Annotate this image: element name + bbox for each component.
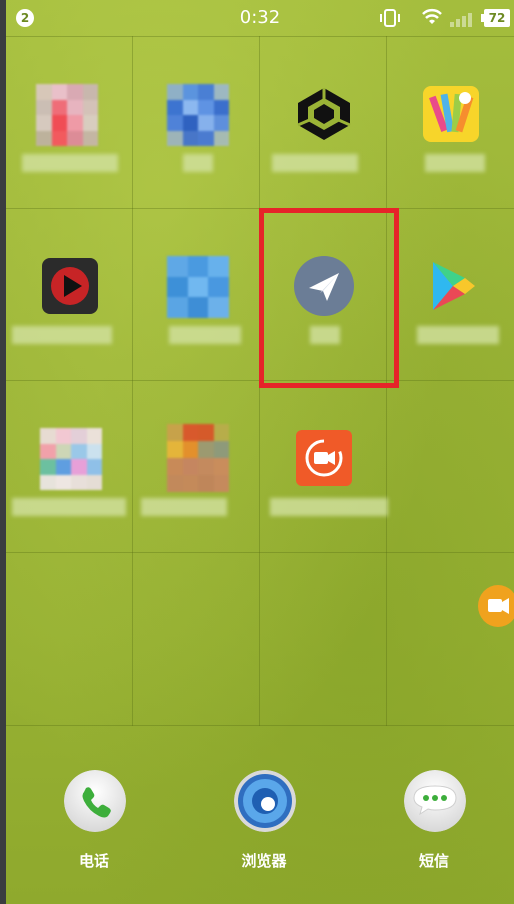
dock-phone[interactable]: 电话 (44, 770, 144, 880)
wifi-icon (422, 9, 442, 24)
blurred-icon (36, 84, 98, 146)
grid-line (6, 552, 514, 553)
app-drawing[interactable] (387, 36, 514, 208)
phone-icon (64, 770, 126, 832)
status-bar: 2 0:32 72 (6, 0, 514, 36)
app-play-store[interactable] (387, 208, 514, 380)
app-unity[interactable] (260, 36, 387, 208)
app-label (387, 154, 514, 174)
app-pixelated-5[interactable] (133, 380, 260, 552)
dock-label-messages: 短信 (418, 852, 449, 870)
app-label (260, 498, 388, 518)
app-pixelated-2[interactable] (133, 36, 260, 208)
blurred-icon (40, 428, 102, 490)
app-pixelated-3[interactable] (133, 208, 260, 380)
selection-highlight (259, 208, 399, 388)
video-camera-icon (488, 598, 509, 614)
play-store-icon (433, 262, 475, 310)
dock: 电话 浏览器 短信 (6, 770, 514, 904)
app-label (6, 498, 133, 518)
app-screen-recorder[interactable] (260, 380, 388, 552)
app-label (133, 154, 260, 174)
dock-label-phone: 电话 (78, 852, 109, 870)
app-video-player[interactable] (6, 208, 133, 380)
app-label (387, 326, 514, 346)
unity-icon (297, 88, 351, 140)
app-pixelated-1[interactable] (6, 36, 133, 208)
blurred-icon (167, 84, 229, 146)
app-label (6, 326, 133, 346)
browser-icon (234, 770, 296, 832)
video-camera-icon (296, 430, 352, 486)
signal-icon (450, 13, 472, 27)
grid-line (6, 725, 514, 726)
play-icon (42, 258, 98, 314)
message-icon (404, 770, 466, 832)
blurred-icon (167, 424, 229, 492)
app-label (6, 154, 133, 174)
app-pixelated-4[interactable] (6, 380, 133, 552)
dock-messages[interactable]: 短信 (384, 770, 484, 880)
blurred-icon (167, 256, 229, 318)
floating-record-button[interactable] (478, 585, 514, 627)
battery-icon: 72 (481, 9, 510, 27)
app-label (133, 498, 260, 518)
dock-label-browser: 浏览器 (241, 852, 287, 870)
dock-browser[interactable]: 浏览器 (214, 770, 314, 880)
colored-pencils-icon (423, 86, 479, 142)
vibrate-icon (380, 9, 400, 27)
app-label (260, 154, 387, 174)
app-label (133, 326, 260, 346)
